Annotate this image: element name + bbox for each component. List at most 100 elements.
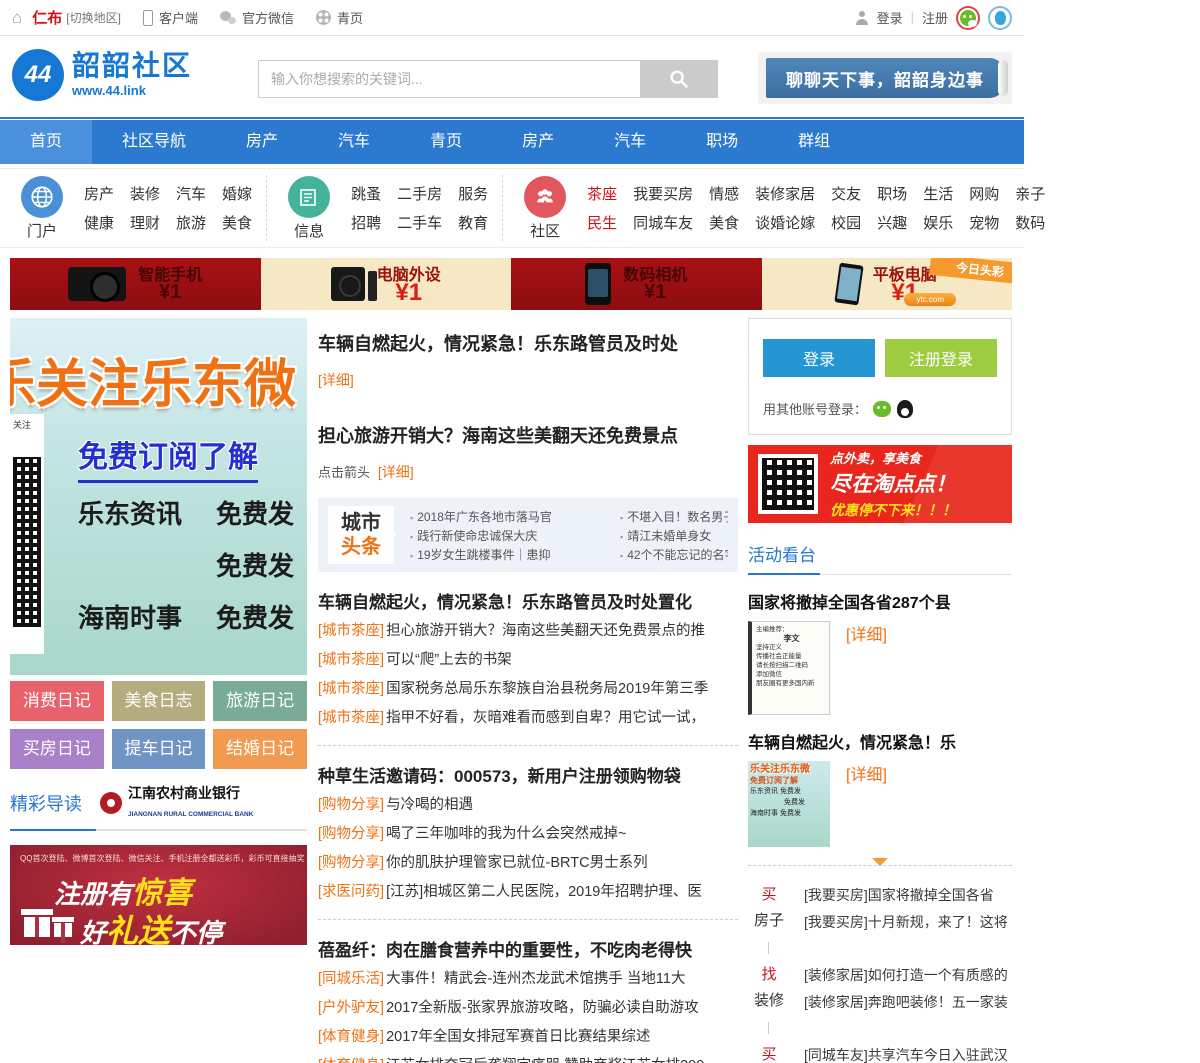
highlights-title[interactable]: 精彩导读: [10, 790, 82, 816]
forum-tag[interactable]: [购物分享]: [318, 855, 384, 871]
cat-link[interactable]: 健康: [84, 212, 114, 233]
cat-link[interactable]: 同城车友: [633, 212, 693, 233]
cat-link-hot[interactable]: 茶座: [587, 183, 617, 204]
top-story-title[interactable]: 担心旅游开销大？海南这些美翻天还免费景点: [318, 422, 738, 448]
cat-link[interactable]: 美食: [709, 212, 739, 233]
feed-item[interactable]: [城市茶座]指甲不好看，灰暗难看而感到自卑？用它试一试，: [318, 704, 738, 733]
cat-link[interactable]: 服务: [458, 183, 488, 204]
headline-link[interactable]: ▪不堪入目！数名男子在女: [620, 508, 728, 525]
feed-item[interactable]: [体育健身]2017年全国女排冠军赛首日比赛结果综述: [318, 1023, 738, 1052]
wechat-login-icon[interactable]: [873, 401, 891, 417]
headline-link[interactable]: ▪2018年广东各地市落马官: [410, 508, 610, 525]
nav-item-auto[interactable]: 汽车: [308, 120, 400, 164]
cat-link[interactable]: 亲子: [1015, 183, 1045, 204]
forum-tag[interactable]: [户外驴友]: [318, 1000, 384, 1016]
feed-item[interactable]: [户外驴友]2017全新版-张家界旅游攻略，防骗必读自助游攻: [318, 994, 738, 1023]
region-name[interactable]: 仁布: [32, 7, 62, 28]
diary-button-travel[interactable]: 旅游日记: [213, 681, 307, 721]
cat-link[interactable]: 二手车: [397, 212, 442, 233]
home-icon[interactable]: ⌂: [12, 8, 22, 28]
nav-item-qingye[interactable]: 青页: [400, 120, 492, 164]
cat-link[interactable]: 交友: [831, 183, 861, 204]
quick-link[interactable]: [装修家居]如何打造一个有质感的: [804, 962, 1008, 989]
register-gift-ad[interactable]: QQ首次登陆、微博首次登陆、微信关注、手机注册全都送彩币，彩币可直接抽奖 注册有…: [10, 845, 307, 945]
forum-tag[interactable]: [求医问药]: [318, 884, 384, 900]
detail-link[interactable]: [详细]: [318, 372, 354, 388]
taodiandian-ad[interactable]: 点外卖，享美食 尽在淘点点！ 优惠停不下来！！！: [748, 445, 1012, 523]
section-headline[interactable]: 车辆自燃起火，情况紧急！乐东路管员及时处置化: [318, 588, 738, 613]
diary-button-food[interactable]: 美食日志: [112, 681, 206, 721]
cat-link[interactable]: 美食: [222, 212, 252, 233]
category-label-portal[interactable]: 门户: [27, 220, 57, 241]
site-logo[interactable]: 44 韶韶社区 www.44.link: [12, 49, 192, 101]
cat-link[interactable]: 网购: [969, 183, 999, 204]
cat-link[interactable]: 职场: [877, 183, 907, 204]
search-button[interactable]: [640, 60, 718, 98]
official-wechat-link[interactable]: 官方微信: [220, 8, 294, 27]
forum-tag[interactable]: [体育健身]: [318, 1029, 384, 1045]
cat-link[interactable]: 婚嫁: [222, 183, 252, 204]
cat-link[interactable]: 数码: [1015, 212, 1045, 233]
cat-link-hot[interactable]: 民生: [587, 212, 617, 233]
diary-button-house[interactable]: 买房日记: [10, 729, 104, 769]
cat-link[interactable]: 旅游: [176, 212, 206, 233]
quick-link[interactable]: [同城车友]共享汽车今日入驻武汉: [804, 1042, 1008, 1063]
cat-link[interactable]: 装修家居: [755, 183, 815, 204]
forum-tag[interactable]: [城市茶座]: [318, 623, 384, 639]
activities-title[interactable]: 活动看台: [748, 546, 816, 565]
nav-item-property[interactable]: 房产: [216, 120, 308, 164]
bank-logo[interactable]: 江南农村商业银行 JIANGNAN RURAL COMMERCIAL BANK: [100, 785, 253, 821]
feed-item[interactable]: [求医问药][江苏]相城区第二人民医院，2019年招聘护理、医: [318, 878, 738, 907]
feed-item[interactable]: [同城乐活]大事件！精武会-连州杰龙武术馆携手 当地11大: [318, 965, 738, 994]
diary-button-wedding[interactable]: 结婚日记: [213, 729, 307, 769]
headline-link[interactable]: ▪42个不能忘记的名字！: [620, 546, 728, 563]
nav-item-community-guide[interactable]: 社区导航: [92, 120, 216, 164]
feed-item[interactable]: [城市茶座]国家税务总局乐东黎族自治县税务局2019年第三季: [318, 675, 738, 704]
activity-thumbnail[interactable]: 乐关注乐东微 免费订阅了解 乐东资讯 免费发 免费发 海南时事 免费发: [748, 761, 830, 847]
cat-link[interactable]: 兴趣: [877, 212, 907, 233]
cat-link[interactable]: 装修: [130, 183, 160, 204]
activity-title[interactable]: 车辆自燃起火，情况紧急！乐: [748, 729, 1012, 753]
qingye-link[interactable]: 青页: [316, 8, 363, 27]
feed-item[interactable]: [购物分享]你的肌肤护理管家已就位-BRTC男士系列: [318, 849, 738, 878]
header-banner-ad[interactable]: 聊聊天下事，韶韶身边事: [758, 52, 1012, 104]
cat-link[interactable]: 校园: [831, 212, 861, 233]
cat-link[interactable]: 情感: [709, 183, 739, 204]
feed-item[interactable]: [城市茶座]担心旅游开销大？海南这些美翻天还免费景点的推: [318, 617, 738, 646]
collapse-arrow-icon[interactable]: [872, 858, 888, 874]
feed-item[interactable]: [城市茶座]可以“爬”上去的书架: [318, 646, 738, 675]
cat-link[interactable]: 生活: [923, 183, 953, 204]
cat-link[interactable]: 教育: [458, 212, 488, 233]
headline-link[interactable]: ▪19岁女生跳楼事件｜患抑: [410, 546, 610, 563]
category-label-community[interactable]: 社区: [530, 220, 560, 241]
cat-link[interactable]: 宠物: [969, 212, 999, 233]
activity-thumbnail[interactable]: 主编推荐： 李文 坚持正义 传播社会正能量 请长按扫描二维码 添加微信 朋友圈有…: [748, 621, 830, 715]
cat-link[interactable]: 谈婚论嫁: [755, 212, 815, 233]
cat-link[interactable]: 我要买房: [633, 183, 693, 204]
detail-link[interactable]: [详细]: [846, 761, 887, 847]
detail-link[interactable]: [详细]: [846, 621, 887, 715]
forum-tag[interactable]: [购物分享]: [318, 797, 384, 813]
quick-link[interactable]: [我要买房]十月新规，来了！这将: [804, 909, 1008, 936]
newspaper-icon[interactable]: [288, 176, 330, 218]
top-story-title[interactable]: 车辆自燃起火，情况紧急！乐东路管员及时处: [318, 330, 738, 356]
feed-item[interactable]: [购物分享]与冷喝的相遇: [318, 791, 738, 820]
cat-link[interactable]: 娱乐: [923, 212, 953, 233]
nav-item-groups[interactable]: 群组: [768, 120, 860, 164]
cat-link[interactable]: 跳蚤: [351, 183, 381, 204]
nav-item-career[interactable]: 职场: [676, 120, 768, 164]
headline-link[interactable]: ▪践行新使命忠诚保大庆: [410, 527, 610, 544]
qq-login-icon[interactable]: [897, 400, 913, 418]
deal-digital-camera[interactable]: 数码相机 ¥1: [511, 258, 762, 310]
forum-tag[interactable]: [购物分享]: [318, 826, 384, 842]
activity-title[interactable]: 国家将撤掉全国各省287个县: [748, 589, 1012, 613]
register-login-button[interactable]: 注册登录: [885, 339, 997, 377]
globe-icon[interactable]: [21, 176, 63, 218]
feed-item[interactable]: [体育健身]江苏女排夺冠后龚翔宇痛哭 赞助商奖江苏女排200: [318, 1052, 738, 1063]
ytc-button[interactable]: ytc.com: [904, 293, 956, 306]
switch-region-link[interactable]: [切换地区]: [66, 9, 121, 26]
forum-tag[interactable]: [城市茶座]: [318, 681, 384, 697]
wechat-login-icon[interactable]: [956, 6, 980, 30]
forum-tag[interactable]: [体育健身]: [318, 1058, 384, 1063]
nav-item-property-2[interactable]: 房产: [492, 120, 584, 164]
